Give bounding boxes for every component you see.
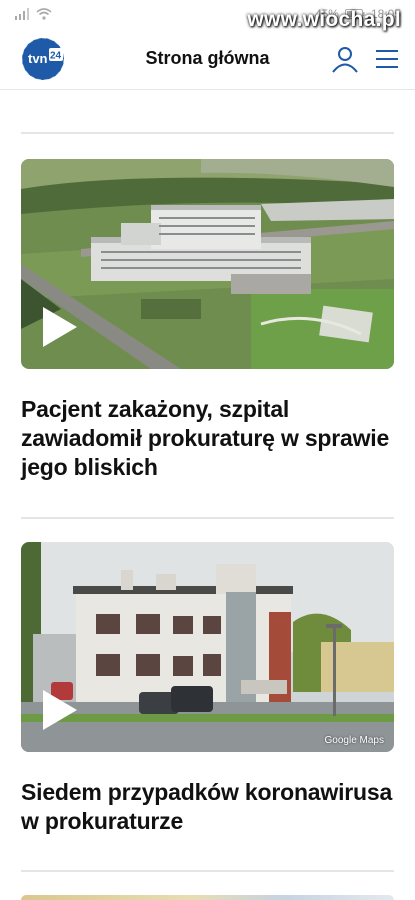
menu-button[interactable] <box>373 45 401 73</box>
play-icon[interactable] <box>43 307 77 347</box>
tvn24-logo[interactable]: tvn 24 <box>20 36 66 82</box>
wifi-icon <box>36 8 52 20</box>
image-credit: Google Maps <box>324 735 384 746</box>
play-icon[interactable] <box>43 690 77 730</box>
article-thumbnail[interactable] <box>21 159 394 369</box>
article-headline[interactable]: Pacjent zakażony, szpital zawiadomił pro… <box>21 395 394 482</box>
status-left <box>14 8 52 20</box>
header-actions <box>331 45 401 73</box>
article-card[interactable]: Pacjent zakażony, szpital zawiadomił pro… <box>21 159 394 482</box>
divider <box>21 517 394 519</box>
article-thumbnail[interactable]: Google Maps <box>21 542 394 752</box>
article-thumbnail[interactable] <box>21 895 394 900</box>
article-card[interactable]: Google Maps Siedem przypadków koronawiru… <box>21 542 394 836</box>
app-header: tvn 24 Strona główna <box>0 28 415 90</box>
user-icon <box>332 46 358 73</box>
user-button[interactable] <box>331 45 359 73</box>
signal-icon <box>15 8 29 20</box>
svg-text:tvn: tvn <box>28 51 48 66</box>
menu-icon <box>376 49 398 68</box>
article-headline[interactable]: Siedem przypadków koronawirusa w prokura… <box>21 778 394 836</box>
divider <box>21 870 394 872</box>
divider <box>21 132 394 134</box>
svg-text:24: 24 <box>50 50 62 61</box>
